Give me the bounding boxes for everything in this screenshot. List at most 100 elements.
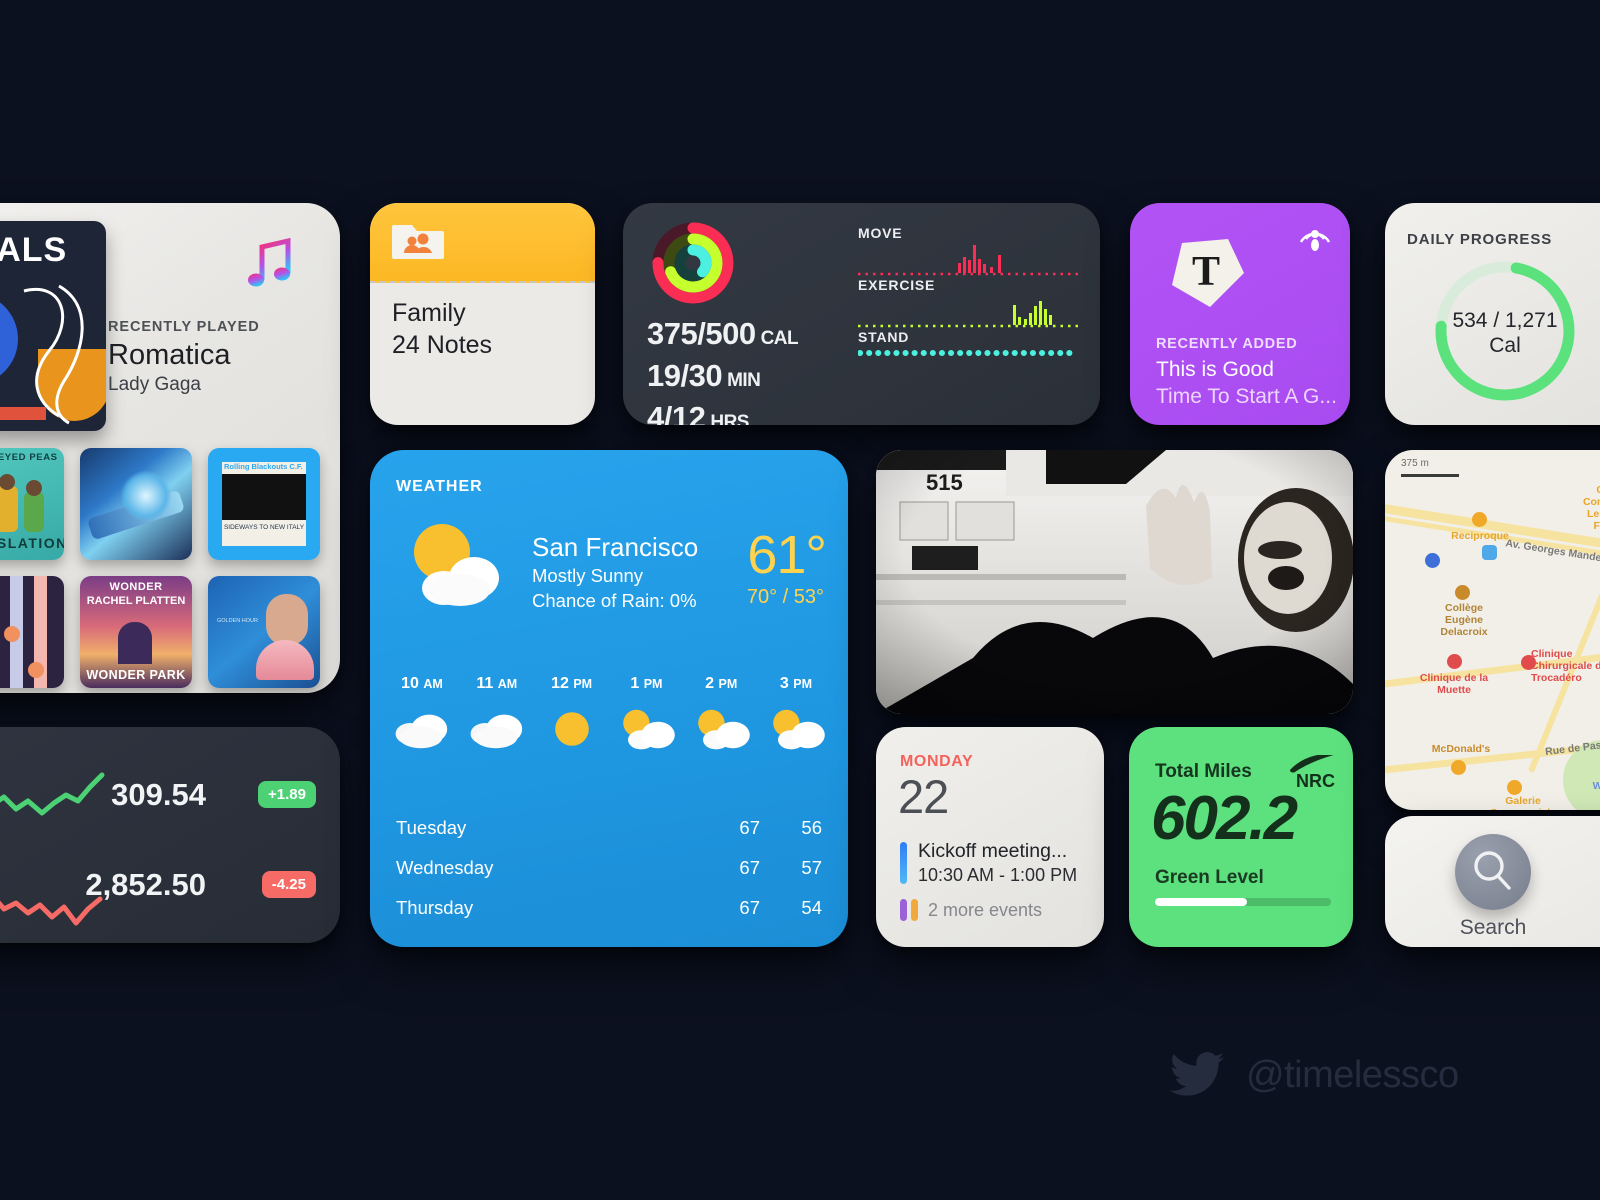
map-pin[interactable] — [1451, 760, 1466, 775]
hour-time: 12 — [551, 675, 569, 692]
track-label-exercise: EXERCISE — [858, 277, 936, 293]
nike-brand-label: NRC — [1296, 771, 1335, 791]
activity-exercise-unit: MIN — [727, 370, 761, 391]
album-item[interactable] — [80, 448, 192, 560]
photo-image: 515 — [876, 450, 1353, 714]
forecast-day: Tuesday — [396, 817, 467, 838]
activity-widget[interactable]: 375/500 CAL 19/30 MIN 4/12 HRS MOVE EXER… — [623, 203, 1100, 425]
music-widget[interactable]: TIALS ING RECENTLY PLAYED Romatica Lady … — [0, 203, 340, 693]
calendar-event[interactable]: Kickoff meeting... 10:30 AM - 1:00 PM — [900, 840, 1090, 886]
stock-change-badge: +1.89 — [258, 781, 316, 808]
album-top-text: Rolling Blackouts C.F. — [224, 462, 303, 471]
calendar-more-events[interactable]: 2 more events — [900, 899, 1042, 921]
hour-ampm: PM — [793, 677, 813, 691]
calendar-widget[interactable]: MONDAY 22 Kickoff meeting... 10:30 AM - … — [876, 727, 1104, 947]
widget-board: TIALS ING RECENTLY PLAYED Romatica Lady … — [0, 0, 1600, 1200]
hour-time: 1 — [630, 675, 640, 692]
recently-played-label: RECENTLY PLAYED — [108, 319, 260, 335]
map-place-label: McDonald's — [1431, 743, 1491, 755]
event-title: Kickoff meeting... — [918, 840, 1068, 862]
stocks-widget[interactable]: 309.54 +1.89 2,852.50 -4.25 — [0, 727, 340, 943]
track-chart-stand — [857, 345, 1081, 381]
hour-icon-sun-cloud — [760, 705, 832, 763]
album-item[interactable]: Rolling Blackouts C.F. SIDEWAYS TO NEW I… — [208, 448, 320, 560]
podcast-title: This is Good — [1156, 358, 1274, 381]
map-pin[interactable] — [1482, 545, 1497, 560]
hour-time: 3 — [779, 675, 789, 692]
more-events-label: 2 more events — [928, 899, 1043, 920]
track-label-move: MOVE — [858, 225, 903, 241]
twitter-handle: @timelessco — [1246, 1053, 1459, 1096]
hour-cell: 11 AM — [461, 675, 533, 763]
hour-cell: 2 PM — [685, 675, 757, 763]
hero-album-title: TIALS — [0, 231, 68, 269]
map-pin[interactable] — [1472, 512, 1487, 527]
weather-widget[interactable]: WEATHER San Francisco Mostly Sunny Chanc… — [370, 450, 848, 947]
twitter-icon — [1170, 1052, 1224, 1096]
nike-run-club-widget[interactable]: Total Miles 602.2 NRC Green Level — [1129, 727, 1353, 947]
activity-exercise-row: 19/30 MIN — [647, 357, 798, 399]
notes-count: 24 Notes — [392, 331, 493, 359]
album-item[interactable]: BLACK EYED PEAS TRANSLATION — [0, 448, 64, 560]
weather-label: WEATHER — [396, 478, 483, 495]
activity-stand-value: 4/12 — [647, 400, 706, 425]
weather-city: San Francisco — [532, 532, 699, 562]
daily-progress-unit: Cal — [1489, 334, 1521, 357]
map-pin[interactable] — [1447, 654, 1462, 669]
daily-progress-widget[interactable]: DAILY PROGRESS 534 / 1,271 Cal — [1385, 203, 1600, 425]
event-color-bar — [900, 842, 907, 884]
daily-progress-label: DAILY PROGRESS — [1407, 231, 1553, 248]
hour-cell: 3 PM — [760, 675, 832, 763]
album-photo — [222, 474, 306, 520]
map-place-label: Clinique Chirurgicale du Trocadéro — [1531, 648, 1600, 684]
search-widget[interactable]: Search — [1385, 816, 1600, 947]
album-item[interactable] — [0, 576, 64, 688]
weather-temperature: 61° — [747, 525, 827, 585]
hour-cell: 12 PM — [536, 675, 608, 763]
forecast-low: 56 — [801, 817, 822, 838]
maps-widget[interactable]: 375 m Centre Commercial Les Belles Feuil… — [1385, 450, 1600, 810]
album-bottom-text: SIDEWAYS TO NEW ITALY — [223, 524, 305, 531]
podcast-widget[interactable]: T RECENTLY ADDED This is Good Time To St… — [1130, 203, 1350, 425]
map-pin[interactable] — [1455, 585, 1470, 600]
map-pin[interactable] — [1425, 553, 1440, 568]
album-figures — [0, 474, 44, 532]
forecast-high: 67 — [739, 817, 760, 838]
hour-cell: 1 PM — [610, 675, 682, 763]
album-dot — [28, 662, 44, 678]
weather-condition: Mostly Sunny — [532, 565, 644, 586]
map-scale-label: 375 m — [1401, 458, 1429, 469]
nike-level-label: Green Level — [1155, 867, 1264, 888]
album-dot — [4, 626, 20, 642]
map-pin[interactable] — [1507, 780, 1522, 795]
album-bottom-text: TRANSLATION — [0, 535, 64, 551]
hour-ampm: AM — [423, 677, 443, 691]
map-place-label: Collège Eugène Delacroix — [1440, 602, 1488, 638]
magnifier-icon — [1474, 851, 1511, 890]
weather-daily-list: Tuesday 67 56 Wednesday 67 57 Thursday 6… — [396, 808, 822, 928]
weather-rain-chance: Chance of Rain: 0% — [532, 590, 697, 611]
activity-rings-icon — [652, 222, 734, 304]
track-chart-exercise — [858, 293, 1080, 329]
hero-album-art[interactable]: TIALS ING — [0, 221, 106, 431]
track-label-stand: STAND — [858, 329, 910, 345]
hour-icon-cloud — [461, 705, 533, 763]
album-item[interactable]: GOLDEN HOUR — [208, 576, 320, 688]
event-time: 10:30 AM - 1:00 PM — [918, 865, 1078, 885]
hour-icon-cloud — [386, 705, 458, 763]
album-item[interactable]: WONDER RACHEL PLATTEN WONDER PARK — [80, 576, 192, 688]
activity-move-row: 375/500 CAL — [647, 315, 799, 357]
hour-icon-sun — [536, 705, 608, 763]
photos-widget[interactable]: 515 — [876, 450, 1353, 714]
album-top-text: GOLDEN HOUR — [217, 618, 258, 624]
sun-behind-cloud-icon — [414, 524, 499, 606]
map-place-label: Clinique de la Muette — [1419, 672, 1489, 696]
album-silhouette — [118, 622, 152, 664]
nike-progress-track — [1155, 898, 1331, 906]
hour-cell: 10 AM — [386, 675, 458, 763]
hour-icon-sun-cloud — [610, 705, 682, 763]
search-button[interactable] — [1455, 834, 1531, 910]
notes-widget[interactable]: Family 24 Notes — [370, 203, 595, 425]
folder-people-icon — [392, 225, 444, 259]
album-glow-shape — [120, 470, 172, 522]
